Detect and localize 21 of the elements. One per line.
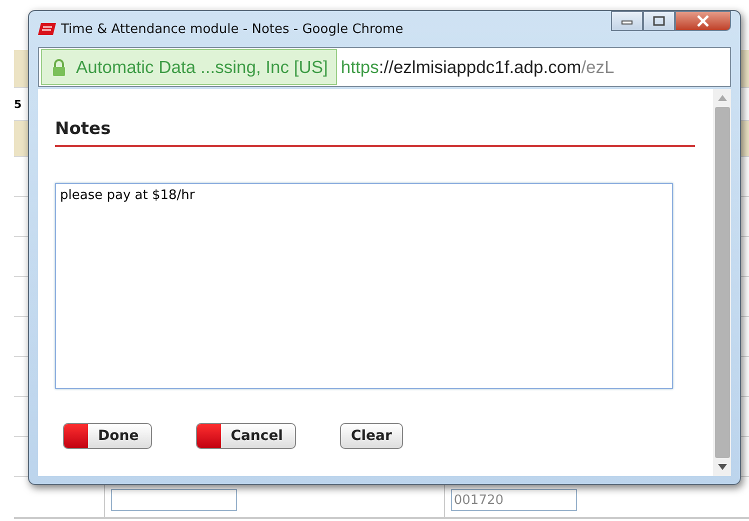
lock-icon xyxy=(52,58,66,76)
notes-field[interactable]: please pay at $18/hr xyxy=(55,183,673,389)
action-button[interactable]: Done xyxy=(63,423,152,449)
input-field[interactable] xyxy=(111,489,237,511)
maximize-icon xyxy=(653,16,665,26)
maximize-button[interactable] xyxy=(643,11,675,31)
dialog-heading: Notes xyxy=(55,119,695,147)
scrollbar[interactable] xyxy=(713,89,731,476)
minimize-button[interactable] xyxy=(611,11,643,31)
close-button[interactable] xyxy=(675,11,731,31)
scroll-up-icon xyxy=(718,95,726,101)
action-button[interactable]: Clear xyxy=(340,423,403,449)
row-label: 5 xyxy=(14,98,22,110)
url-text: https://ezlmisiappdc1f.adp.com/ezL xyxy=(340,56,614,78)
address-bar[interactable]: Automatic Data ...ssing, Inc [US] https://ezlmisiappdc1f.adp.com/ezL xyxy=(38,47,731,87)
input-field[interactable]: 001720 xyxy=(450,489,577,511)
window-title: Time & Attendance module - Notes - Google Chrome xyxy=(61,22,404,36)
close-icon xyxy=(696,15,710,27)
action-button[interactable]: Cancel xyxy=(196,423,296,449)
logo-icon xyxy=(38,23,56,35)
scroll-down-icon xyxy=(718,464,726,470)
